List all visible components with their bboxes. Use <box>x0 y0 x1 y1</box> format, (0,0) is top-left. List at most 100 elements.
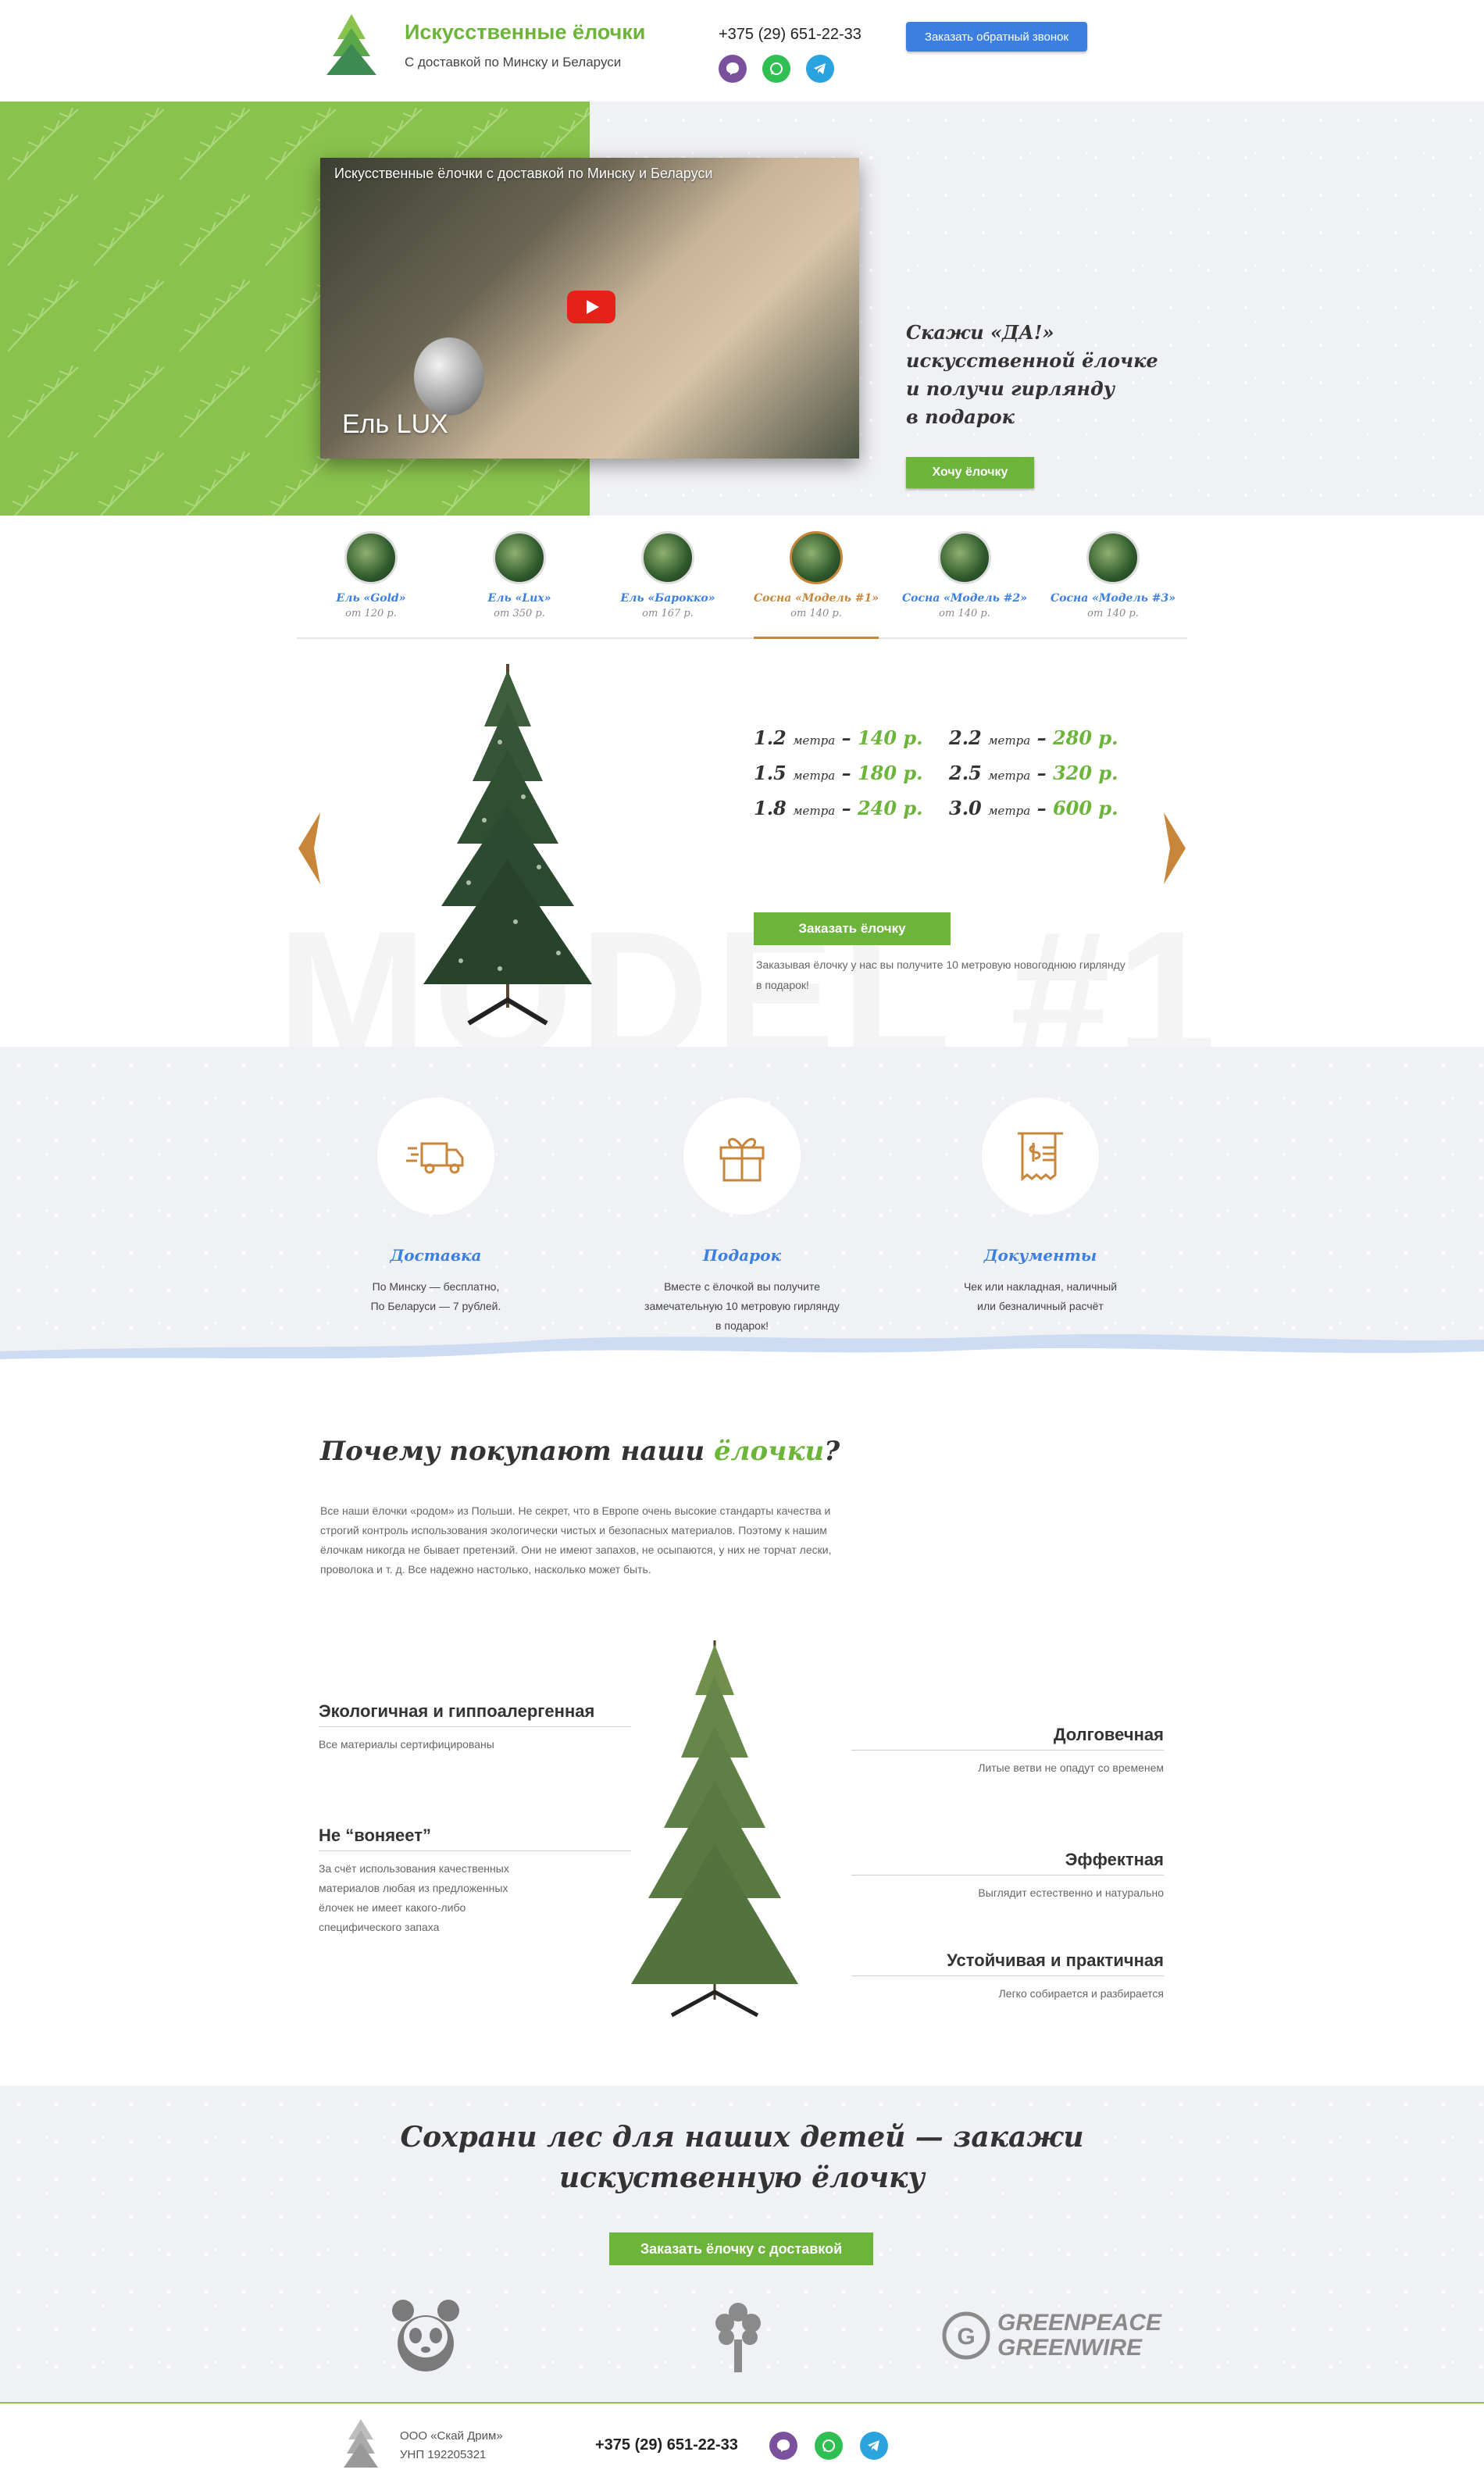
hero-headline-line: искусственной ёлочке <box>906 349 1158 372</box>
order-tree-button[interactable]: Заказать ёлочку <box>754 912 951 945</box>
why-title-accent: ёлочки <box>713 1436 825 1467</box>
feature-documents: Документы Чек или накладная, наличный или… <box>923 1097 1158 1316</box>
property-divider <box>319 1726 631 1727</box>
header-phone[interactable]: +375 (29) 651-22-33 <box>719 26 862 44</box>
want-tree-button[interactable]: Хочу ёлочку <box>906 457 1034 488</box>
price-row: 1.2 метра – 140 р. 2.2 метра – 280 р. <box>754 726 1160 762</box>
feature-icon-circle <box>683 1097 801 1215</box>
property-title: Устойчивая и практичная <box>947 1950 1164 1970</box>
price-unit: метра <box>988 769 1031 783</box>
save-title-line: Сохрани лес для наших детей — закажи <box>400 2121 1084 2154</box>
callback-button[interactable]: Заказать обратный звонок <box>906 22 1087 52</box>
tab-name: Сосна «Модель #3» <box>1051 592 1175 605</box>
whatsapp-icon[interactable] <box>762 55 790 83</box>
why-text: Все наши ёлочки «родом» из Польши. Не се… <box>320 1504 832 1576</box>
tab-model-gold[interactable]: Ель «Gold» от 120 р. <box>297 522 445 637</box>
site-title[interactable]: Искусственные ёлочки <box>405 20 645 45</box>
feature-text-line: Вместе с ёлочкой вы получите <box>664 1280 820 1293</box>
save-forest-section: Сохрани лес для наших детей — закажи иск… <box>0 2086 1484 2402</box>
video-title[interactable]: Искусственные ёлочки с доставкой по Минс… <box>334 166 712 182</box>
save-title-line: искуственную ёлочку <box>558 2161 926 2194</box>
snow-waves <box>0 1333 1484 1383</box>
viber-icon[interactable] <box>769 2432 797 2460</box>
greenpeace-logo: G GREENPEACE GREENWIRE <box>941 2311 1161 2361</box>
price-size: 2.5 <box>949 762 982 784</box>
price-value: 240 р. <box>857 797 923 819</box>
tab-model-3[interactable]: Сосна «Модель #3» от 140 р. <box>1039 522 1187 637</box>
why-title: Почему покупают наши ёлочки? <box>320 1436 840 1467</box>
property-divider <box>851 1750 1164 1751</box>
order-delivery-button[interactable]: Заказать ёлочку с доставкой <box>609 2232 873 2265</box>
footer-messengers <box>769 2432 888 2460</box>
property-no-smell: Не “воняеет” За счёт использования качес… <box>319 1826 631 1937</box>
prev-arrow-icon[interactable] <box>295 811 323 886</box>
price-item: 1.5 метра – 180 р. <box>754 762 923 784</box>
greenpeace-g-icon: G <box>942 2311 990 2360</box>
property-title: Не “воняеет” <box>319 1826 431 1845</box>
company-name: ООО «Скай Дрим» <box>400 2429 503 2443</box>
hero-headline-line: и получи гирлянду <box>906 377 1115 400</box>
price-list: 1.2 метра – 140 р. 2.2 метра – 280 р. 1.… <box>754 726 1160 832</box>
svg-text:G: G <box>957 2324 975 2350</box>
price-value: 320 р. <box>1052 762 1118 784</box>
tab-name: Ель «Lux» <box>487 592 551 605</box>
price-value: 140 р. <box>857 726 923 749</box>
telegram-icon[interactable] <box>806 55 834 83</box>
property-desc: Все материалы сертифицированы <box>319 1738 494 1751</box>
price-item: 1.8 метра – 240 р. <box>754 797 923 819</box>
tab-price: от 140 р. <box>790 608 842 619</box>
video-player[interactable]: Искусственные ёлочки с доставкой по Минс… <box>320 158 859 459</box>
tree-product-image <box>423 664 592 1026</box>
price-row: 1.8 метра – 240 р. 3.0 метра – 600 р. <box>754 797 1160 832</box>
whatsapp-icon[interactable] <box>815 2432 843 2460</box>
tab-model-barokko[interactable]: Ель «Барокко» от 167 р. <box>594 522 742 637</box>
tab-price: от 140 р. <box>939 608 990 619</box>
property-eco: Экологичная и гиппоалергенная Все матери… <box>319 1701 631 1754</box>
footer-phone[interactable]: +375 (29) 651-22-33 <box>595 2436 738 2454</box>
tab-price: от 140 р. <box>1087 608 1139 619</box>
telegram-icon[interactable] <box>860 2432 888 2460</box>
tab-price: от 167 р. <box>642 608 694 619</box>
feature-icon-circle <box>982 1097 1099 1215</box>
feature-text: Чек или накладная, наличный или безналичн… <box>923 1277 1158 1316</box>
feature-text-line: Чек или накладная, наличный <box>963 1280 1118 1293</box>
property-title: Долговечная <box>1053 1725 1164 1744</box>
play-button[interactable] <box>567 291 615 323</box>
next-arrow-icon[interactable] <box>1161 811 1189 886</box>
footer-tree-logo-icon <box>344 2419 378 2468</box>
price-unit: метра <box>793 804 836 818</box>
price-unit: метра <box>988 733 1031 748</box>
tree-org-logo-icon <box>715 2303 761 2372</box>
tab-model-lux[interactable]: Ель «Lux» от 350 р. <box>445 522 594 637</box>
tree-logo-icon[interactable] <box>326 14 376 78</box>
truck-icon <box>406 1142 464 1174</box>
property-title: Экологичная и гиппоалергенная <box>319 1701 595 1721</box>
hero-headline-line: в подарок <box>906 405 1015 428</box>
viber-icon[interactable] <box>719 55 747 83</box>
property-desc: Выглядит естественно и натурально <box>978 1886 1164 1899</box>
price-unit: метра <box>793 769 836 783</box>
footer-company: ООО «Скай Дрим» УНП 192205321 <box>400 2427 503 2464</box>
receipt-icon <box>1018 1132 1063 1182</box>
hero-section: Искусственные ёлочки с доставкой по Минс… <box>0 102 1484 516</box>
price-size: 1.5 <box>754 762 787 784</box>
greenpeace-line: GREENWIRE <box>997 2335 1143 2361</box>
model-thumbnail <box>493 531 546 584</box>
tab-model-1[interactable]: Сосна «Модель #1» от 140 р. <box>742 522 890 639</box>
property-divider <box>851 1975 1164 1976</box>
wwf-panda-logo-icon <box>392 2300 459 2372</box>
product-section: MODEL #1 1.2 метра – 140 р. 2.2 метра – … <box>0 641 1484 1047</box>
tab-name: Ель «Gold» <box>336 592 406 605</box>
feature-text: По Минску — бесплатно, По Беларуси — 7 ру… <box>319 1277 553 1316</box>
property-stable: Устойчивая и практичная Легко собирается… <box>851 1950 1164 2004</box>
price-unit: метра <box>988 804 1031 818</box>
tree-feature-image <box>631 1640 798 2018</box>
tab-price: от 350 р. <box>494 608 545 619</box>
header-messengers <box>719 55 834 83</box>
save-title: Сохрани лес для наших детей — закажи иск… <box>312 2117 1172 2198</box>
tab-name: Ель «Барокко» <box>620 592 715 605</box>
hero-headline-line: Скажи «ДА!» <box>906 321 1054 344</box>
tab-model-2[interactable]: Сосна «Модель #2» от 140 р. <box>890 522 1039 637</box>
price-row: 1.5 метра – 180 р. 2.5 метра – 320 р. <box>754 762 1160 797</box>
video-caption: Ель LUX <box>342 409 448 439</box>
